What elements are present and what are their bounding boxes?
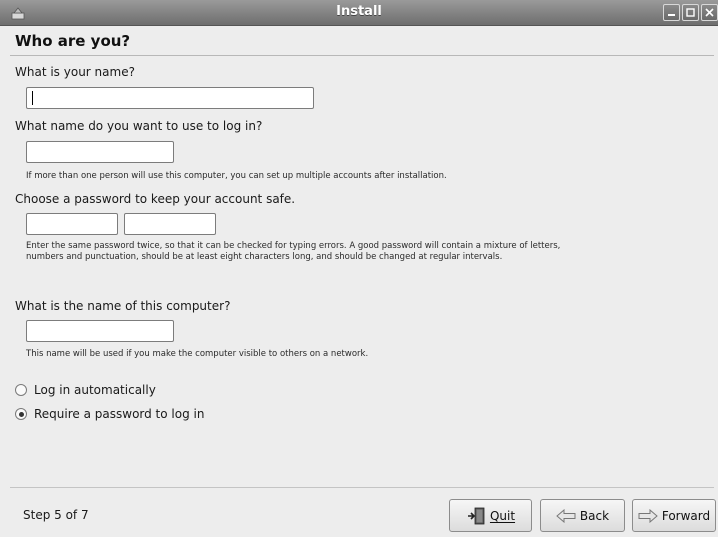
login-label: What name do you want to use to log in? bbox=[15, 119, 263, 133]
radio-login-automatically[interactable]: Log in automatically bbox=[15, 383, 156, 397]
password-field[interactable] bbox=[26, 213, 118, 235]
quit-button[interactable]: Quit bbox=[449, 499, 532, 532]
arrow-left-icon bbox=[556, 508, 576, 523]
computer-name-hint: This name will be used if you make the c… bbox=[26, 349, 369, 359]
arrow-right-icon bbox=[638, 508, 658, 523]
radio-label-auto: Log in automatically bbox=[34, 383, 156, 397]
close-button[interactable] bbox=[701, 4, 718, 21]
radio-button-unselected[interactable] bbox=[15, 384, 27, 396]
radio-require-password[interactable]: Require a password to log in bbox=[15, 407, 204, 421]
quit-door-icon bbox=[467, 507, 485, 524]
computer-name-field[interactable] bbox=[26, 320, 174, 342]
password-confirm-field[interactable] bbox=[124, 213, 216, 235]
forward-button[interactable]: Forward bbox=[632, 499, 716, 532]
header-divider bbox=[10, 55, 714, 56]
name-field[interactable] bbox=[26, 87, 314, 109]
page-title: Who are you? bbox=[15, 32, 131, 50]
maximize-button[interactable] bbox=[682, 4, 699, 21]
minimize-icon bbox=[668, 14, 675, 16]
quit-label: Quit bbox=[489, 508, 516, 523]
maximize-icon bbox=[686, 8, 695, 17]
text-caret bbox=[32, 91, 33, 105]
password-hint: Enter the same password twice, so that i… bbox=[26, 241, 561, 262]
name-label: What is your name? bbox=[15, 65, 135, 79]
window-titlebar[interactable]: Install bbox=[0, 0, 718, 26]
back-label: Back bbox=[579, 508, 610, 523]
login-hint: If more than one person will use this co… bbox=[26, 171, 447, 181]
radio-label-require: Require a password to log in bbox=[34, 407, 205, 421]
back-button[interactable]: Back bbox=[540, 499, 625, 532]
step-indicator: Step 5 of 7 bbox=[23, 508, 89, 522]
forward-label: Forward bbox=[661, 508, 711, 523]
footer-divider bbox=[10, 487, 714, 488]
minimize-button[interactable] bbox=[663, 4, 680, 21]
window-title: Install bbox=[336, 4, 382, 19]
close-icon bbox=[705, 8, 714, 17]
login-name-field[interactable] bbox=[26, 141, 174, 163]
radio-button-selected[interactable] bbox=[15, 408, 27, 420]
computer-name-label: What is the name of this computer? bbox=[15, 299, 231, 313]
password-label: Choose a password to keep your account s… bbox=[15, 192, 296, 206]
